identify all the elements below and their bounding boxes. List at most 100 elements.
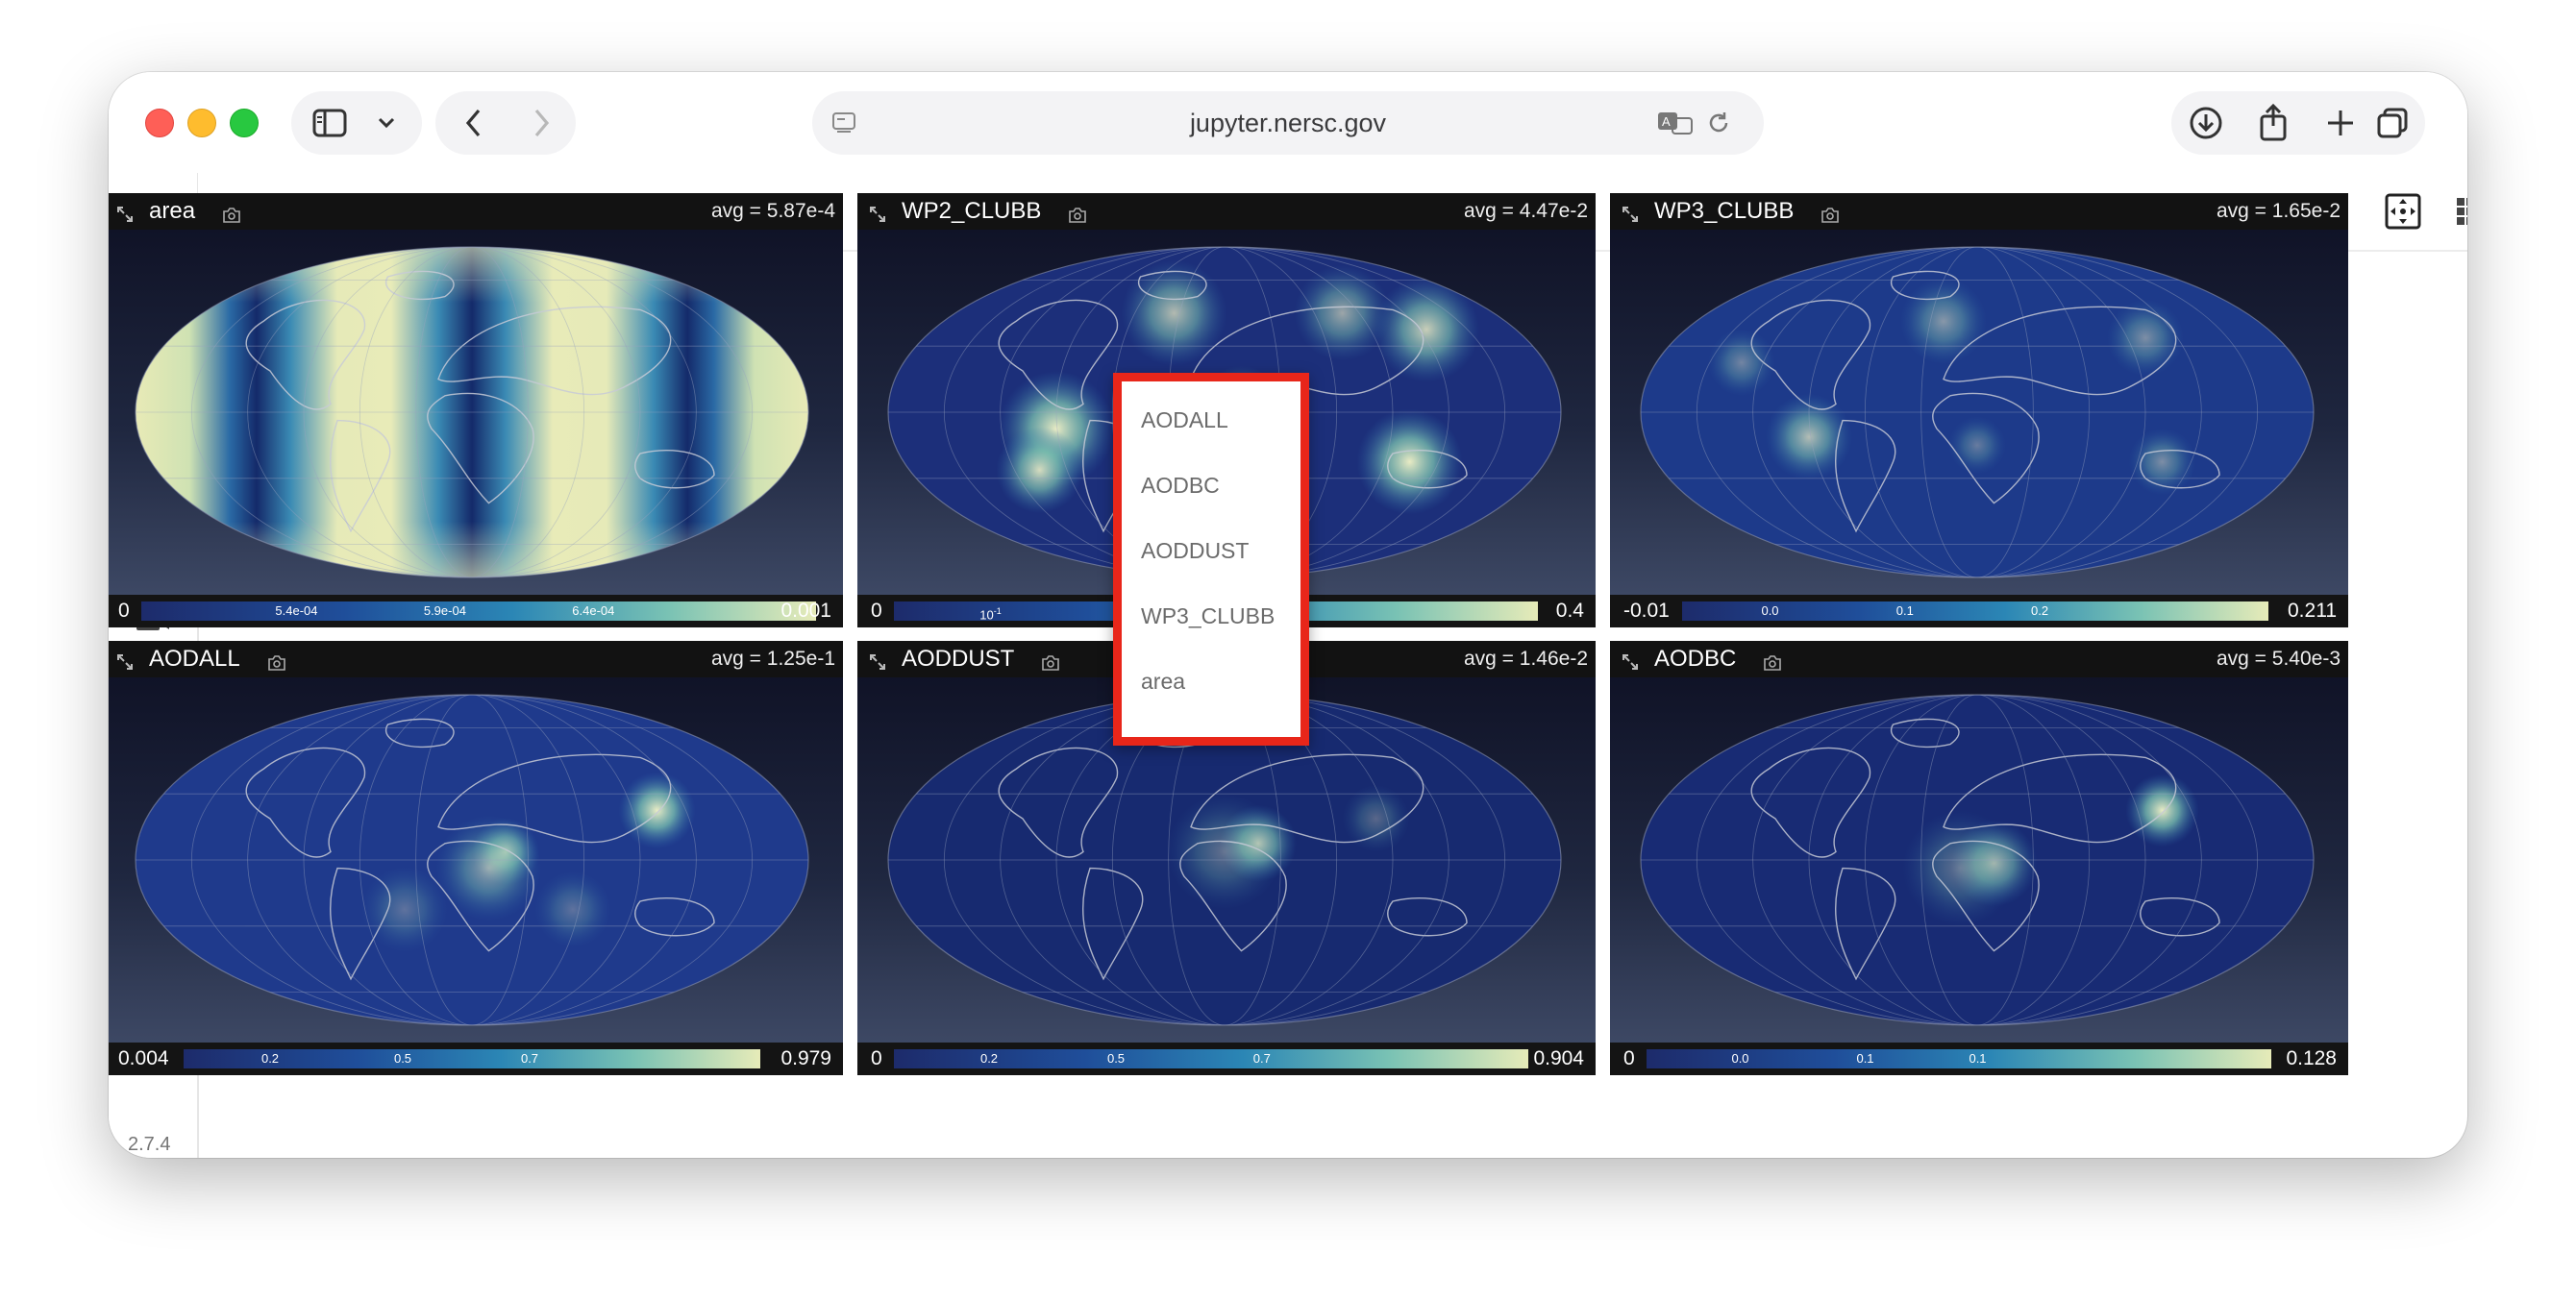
url-text: jupyter.nersc.gov — [1189, 109, 1387, 137]
panel-average: avg = 1.25e-1 — [710, 648, 835, 670]
panel-average: avg = 1.46e-2 — [1463, 648, 1588, 670]
dropdown-item-aodbc[interactable]: AODBC — [1141, 466, 1220, 504]
colorbar-tick: 10-1 — [979, 606, 1002, 623]
plot-panel: WP3_CLUBB avg = 1.65e-2 -0.01 0.0 0.1 0.2 0.21… — [1610, 193, 2348, 627]
colorbar-tick: 0.5 — [1106, 1051, 1126, 1066]
colorbar-tick: 5.9e-04 — [423, 603, 466, 618]
colorbar-tick: 6.4e-04 — [572, 603, 615, 618]
colorbar: -0.01 0.0 0.1 0.2 0.211 — [1610, 595, 2348, 627]
map-plot[interactable] — [109, 230, 843, 595]
expand-icon[interactable] — [869, 650, 886, 670]
dropdown-item-aodall[interactable]: AODALL — [1141, 401, 1228, 439]
reload-icon[interactable] — [1702, 107, 1735, 139]
colorbar-gradient — [141, 601, 816, 621]
data-hotspot — [1708, 329, 1775, 397]
panel-header: AODALL avg = 1.25e-1 — [109, 641, 843, 677]
expand-icon[interactable] — [1622, 203, 1639, 222]
colorbar-tick: 0.2 — [260, 1051, 280, 1066]
expand-icon[interactable] — [1622, 650, 1639, 670]
browser-window: jupyter.nersc.gov A 2.7.4 area avg = 5.8… — [109, 72, 2467, 1158]
plot-panel: AODALL avg = 1.25e-1 0.004 0.2 0.5 0.7 0.979 — [109, 641, 843, 1075]
data-hotspot — [1900, 278, 1987, 365]
colorbar-min: -0.01 — [1623, 600, 1670, 622]
panel-title[interactable]: area — [149, 193, 195, 230]
share-icon[interactable] — [2254, 101, 2292, 143]
dropdown-item-wp3-clubb[interactable]: WP3_CLUBB — [1141, 597, 1275, 635]
colorbar-tick: 0.2 — [979, 1051, 999, 1066]
colorbar-max: 0.904 — [1533, 1047, 1584, 1069]
colorbar-max: 0.4 — [1555, 600, 1584, 622]
colorbar-tick: 0.2 — [2031, 603, 2049, 618]
address-bar[interactable]: jupyter.nersc.gov A — [812, 91, 1764, 155]
svg-text:A: A — [1662, 114, 1671, 129]
colorbar-max: 0.128 — [2286, 1047, 2337, 1069]
colorbar-min: 0 — [118, 600, 130, 622]
expand-icon[interactable] — [116, 650, 134, 670]
data-hotspot — [1374, 277, 1479, 382]
expand-icon[interactable] — [869, 203, 886, 222]
data-hotspot — [996, 427, 1083, 514]
colorbar-max: 0.979 — [780, 1047, 831, 1069]
panel-header: area avg = 5.87e-4 — [109, 193, 843, 230]
translate-icon[interactable]: A — [1656, 107, 1695, 139]
reset-view-icon[interactable] — [2382, 190, 2424, 233]
colorbar-tick: 0.0 — [1731, 1051, 1749, 1066]
map-plot[interactable] — [1610, 230, 2348, 595]
tab-overview-icon[interactable] — [2373, 104, 2412, 142]
snapshot-camera-icon[interactable] — [1763, 650, 1782, 671]
plot-panel: AODBC avg = 5.40e-3 0 0.0 0.1 0.1 0.128 — [1610, 641, 2348, 1075]
sidebar-toggle-icon[interactable] — [310, 104, 349, 142]
panel-title[interactable]: WP3_CLUBB — [1654, 193, 1794, 230]
snapshot-camera-icon[interactable] — [1068, 203, 1087, 223]
chevron-down-icon[interactable] — [372, 109, 401, 137]
dropdown-item-area[interactable]: area — [1141, 662, 1185, 700]
colorbar-min: 0 — [871, 600, 882, 622]
colorbar: 0 5.4e-04 5.9e-04 6.4e-04 0.001 — [109, 595, 843, 627]
snapshot-camera-icon[interactable] — [267, 650, 286, 671]
snapshot-camera-icon[interactable] — [1041, 650, 1060, 671]
back-icon[interactable] — [455, 104, 493, 142]
data-hotspot — [1294, 264, 1391, 361]
browser-titlebar: jupyter.nersc.gov A — [109, 72, 2467, 173]
colorbar: 0 0.0 0.1 0.1 0.128 — [1610, 1043, 2348, 1075]
colorbar-tick: 5.4e-04 — [275, 603, 318, 618]
close-window-button[interactable] — [145, 109, 174, 137]
forward-icon[interactable] — [522, 104, 560, 142]
history-nav-group — [435, 91, 576, 155]
snapshot-camera-icon[interactable] — [222, 203, 241, 223]
map-plot[interactable] — [1610, 677, 2348, 1043]
colorbar-min: 0.004 — [118, 1047, 169, 1069]
colorbar-max: 0.001 — [780, 600, 831, 622]
colorbar-tick: 0.7 — [1252, 1051, 1271, 1066]
panel-title[interactable]: AODDUST — [902, 641, 1014, 677]
panel-average: avg = 5.87e-4 — [710, 200, 835, 222]
panel-average: avg = 1.65e-2 — [2216, 200, 2341, 222]
map-plot[interactable] — [109, 677, 843, 1043]
colorbar-tick: 0.0 — [1761, 603, 1779, 618]
panel-title[interactable]: WP2_CLUBB — [902, 193, 1041, 230]
data-hotspot — [618, 772, 696, 849]
colorbar-tick: 0.5 — [393, 1051, 412, 1066]
download-icon[interactable] — [2187, 104, 2225, 142]
grid-layout-icon[interactable] — [2449, 190, 2467, 233]
colorbar-min: 0 — [1623, 1047, 1635, 1069]
app-version: 2.7.4 — [128, 1134, 171, 1155]
colorbar: 0.004 0.2 0.5 0.7 0.979 — [109, 1043, 843, 1075]
data-hotspot — [534, 871, 611, 948]
panel-header: AODBC avg = 5.40e-3 — [1610, 641, 2348, 677]
dropdown-item-aoddust[interactable]: AODDUST — [1141, 531, 1249, 570]
colorbar-tick: 0.1 — [1969, 1051, 1987, 1066]
panel-average: avg = 5.40e-3 — [2216, 648, 2341, 670]
variable-dropdown: AODALL AODBC AODDUST WP3_CLUBB area — [1113, 373, 1309, 746]
new-tab-icon[interactable] — [2321, 104, 2360, 142]
panel-title[interactable]: AODALL — [149, 641, 240, 677]
minimize-window-button[interactable] — [187, 109, 216, 137]
plot-panel: area avg = 5.87e-4 0 5.4e-04 5.9e-04 6.4e-04 0… — [109, 193, 843, 627]
colorbar-tick: 0.7 — [520, 1051, 539, 1066]
colorbar-tick: 0.1 — [1856, 1051, 1874, 1066]
snapshot-camera-icon[interactable] — [1821, 203, 1840, 223]
panel-title[interactable]: AODBC — [1654, 641, 1736, 677]
expand-icon[interactable] — [116, 203, 134, 222]
zoom-window-button[interactable] — [230, 109, 259, 137]
data-hotspot — [1356, 408, 1463, 515]
